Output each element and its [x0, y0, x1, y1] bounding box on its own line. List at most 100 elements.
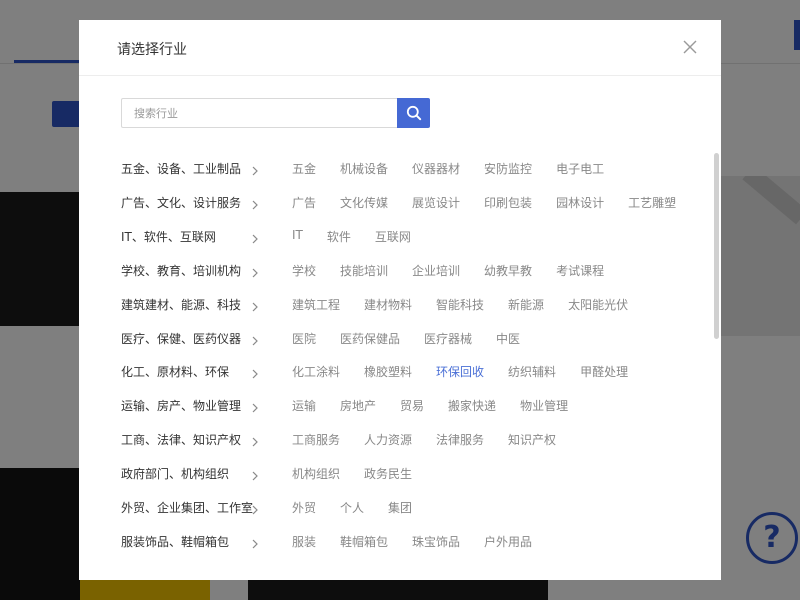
industry-subcategory[interactable]: 化工涂料	[292, 363, 340, 380]
chevron-right-icon[interactable]	[250, 196, 260, 210]
industry-row: 五金、设备、工业制品 五金 机械设备 仪器器材 安防监控 电子电工	[79, 152, 709, 186]
industry-subcategories: 化工涂料 橡胶塑料 环保回收 纺织辅料 甲醛处理	[292, 363, 652, 380]
industry-subcategory[interactable]: 医药保健品	[340, 330, 400, 347]
industry-subcategory[interactable]: 电子电工	[556, 160, 604, 177]
chevron-right-icon[interactable]	[250, 230, 260, 244]
industry-row: 外贸、企业集团、工作室 外贸 个人 集团	[79, 491, 709, 525]
industry-subcategory[interactable]: 珠宝饰品	[412, 533, 460, 550]
industry-subcategory[interactable]: 房地产	[340, 397, 376, 414]
chevron-right-icon[interactable]	[250, 162, 260, 176]
industry-row: 化工、原材料、环保 化工涂料 橡胶塑料 环保回收 纺织辅料 甲醛处理	[79, 355, 709, 389]
chevron-right-icon[interactable]	[250, 399, 260, 413]
industry-subcategory[interactable]: 贸易	[400, 397, 424, 414]
industry-category[interactable]: 运输、房产、物业管理	[121, 397, 241, 414]
industry-category[interactable]: 服装饰品、鞋帽箱包	[121, 533, 229, 550]
industry-subcategories: IT 软件 互联网	[292, 228, 435, 245]
chevron-right-icon[interactable]	[250, 332, 260, 346]
industry-subcategory[interactable]: 技能培训	[340, 262, 388, 279]
industry-subcategory[interactable]: 展览设计	[412, 194, 460, 211]
industry-subcategory[interactable]: 建筑工程	[292, 296, 340, 313]
search-button[interactable]	[397, 98, 430, 128]
industry-category[interactable]: 化工、原材料、环保	[121, 363, 229, 380]
industry-subcategory[interactable]: 机构组织	[292, 465, 340, 482]
industry-row: 建筑建材、能源、科技 建筑工程 建材物料 智能科技 新能源 太阳能光伏	[79, 288, 709, 322]
industry-row: 学校、教育、培训机构 学校 技能培训 企业培训 幼教早教 考试课程	[79, 254, 709, 288]
industry-category[interactable]: 医疗、保健、医药仪器	[121, 330, 241, 347]
industry-subcategory[interactable]: 印刷包装	[484, 194, 532, 211]
industry-subcategory[interactable]: 纺织辅料	[508, 363, 556, 380]
industry-subcategories: 外贸 个人 集团	[292, 499, 436, 516]
industry-subcategory[interactable]: 医院	[292, 330, 316, 347]
industry-category[interactable]: 学校、教育、培训机构	[121, 262, 241, 279]
search-icon	[406, 105, 421, 121]
industry-subcategory[interactable]: 广告	[292, 194, 316, 211]
industry-subcategory[interactable]: IT	[292, 228, 303, 245]
industry-subcategory[interactable]: 企业培训	[412, 262, 460, 279]
chevron-right-icon[interactable]	[250, 535, 260, 549]
industry-subcategory[interactable]: 环保回收	[436, 363, 484, 380]
industry-row: 服装饰品、鞋帽箱包 服装 鞋帽箱包 珠宝饰品 户外用品	[79, 525, 709, 559]
industry-subcategory[interactable]: 服装	[292, 533, 316, 550]
industry-category[interactable]: 五金、设备、工业制品	[121, 160, 241, 177]
industry-subcategory[interactable]: 软件	[327, 228, 351, 245]
industry-subcategory[interactable]: 运输	[292, 397, 316, 414]
industry-subcategory[interactable]: 智能科技	[436, 296, 484, 313]
industry-subcategory[interactable]: 鞋帽箱包	[340, 533, 388, 550]
industry-subcategories: 建筑工程 建材物料 智能科技 新能源 太阳能光伏	[292, 296, 652, 313]
chevron-right-icon[interactable]	[250, 501, 260, 515]
industry-subcategory[interactable]: 互联网	[375, 228, 411, 245]
industry-subcategory[interactable]: 五金	[292, 160, 316, 177]
industry-subcategory[interactable]: 文化传媒	[340, 194, 388, 211]
industry-category[interactable]: 广告、文化、设计服务	[121, 194, 241, 211]
industry-subcategory[interactable]: 机械设备	[340, 160, 388, 177]
industry-subcategory[interactable]: 工艺雕塑	[628, 194, 676, 211]
chevron-right-icon[interactable]	[250, 264, 260, 278]
industry-category[interactable]: 工商、法律、知识产权	[121, 431, 241, 448]
industry-subcategory[interactable]: 集团	[388, 499, 412, 516]
industry-subcategory[interactable]: 医疗器械	[424, 330, 472, 347]
chevron-right-icon[interactable]	[250, 365, 260, 379]
industry-search-input[interactable]	[121, 98, 397, 128]
industry-subcategory[interactable]: 考试课程	[556, 262, 604, 279]
industry-subcategory[interactable]: 搬家快递	[448, 397, 496, 414]
chevron-right-icon[interactable]	[250, 298, 260, 312]
industry-subcategory[interactable]: 知识产权	[508, 431, 556, 448]
industry-subcategory[interactable]: 学校	[292, 262, 316, 279]
industry-subcategory[interactable]: 幼教早教	[484, 262, 532, 279]
industry-subcategory[interactable]: 外贸	[292, 499, 316, 516]
industry-subcategory[interactable]: 安防监控	[484, 160, 532, 177]
industry-subcategories: 机构组织 政务民生	[292, 465, 436, 482]
industry-subcategory[interactable]: 橡胶塑料	[364, 363, 412, 380]
industry-subcategory[interactable]: 人力资源	[364, 431, 412, 448]
industry-subcategory[interactable]: 甲醛处理	[580, 363, 628, 380]
industry-row: 工商、法律、知识产权 工商服务 人力资源 法律服务 知识产权	[79, 423, 709, 457]
industry-subcategory[interactable]: 政务民生	[364, 465, 412, 482]
industry-subcategory[interactable]: 太阳能光伏	[568, 296, 628, 313]
scrollbar-thumb[interactable]	[714, 153, 719, 339]
industry-subcategory[interactable]: 建材物料	[364, 296, 412, 313]
industry-category[interactable]: 外贸、企业集团、工作室	[121, 499, 253, 516]
industry-category[interactable]: IT、软件、互联网	[121, 228, 216, 245]
industry-row: 运输、房产、物业管理 运输 房地产 贸易 搬家快递 物业管理	[79, 389, 709, 423]
chevron-right-icon[interactable]	[250, 433, 260, 447]
industry-subcategory[interactable]: 工商服务	[292, 431, 340, 448]
industry-subcategories: 服装 鞋帽箱包 珠宝饰品 户外用品	[292, 533, 556, 550]
chevron-right-icon[interactable]	[250, 467, 260, 481]
industry-subcategory[interactable]: 新能源	[508, 296, 544, 313]
dialog-title: 请选择行业	[117, 42, 187, 58]
industry-subcategory[interactable]: 中医	[496, 330, 520, 347]
industry-category[interactable]: 建筑建材、能源、科技	[121, 296, 241, 313]
industry-subcategories: 学校 技能培训 企业培训 幼教早教 考试课程	[292, 262, 628, 279]
industry-subcategory[interactable]: 户外用品	[484, 533, 532, 550]
industry-subcategories: 运输 房地产 贸易 搬家快递 物业管理	[292, 397, 592, 414]
industry-subcategory[interactable]: 个人	[340, 499, 364, 516]
industry-subcategory[interactable]: 物业管理	[520, 397, 568, 414]
industry-subcategory[interactable]: 园林设计	[556, 194, 604, 211]
industry-row: 广告、文化、设计服务 广告 文化传媒 展览设计 印刷包装 园林设计 工艺雕塑	[79, 186, 709, 220]
industry-subcategory[interactable]: 仪器器材	[412, 160, 460, 177]
industry-subcategories: 五金 机械设备 仪器器材 安防监控 电子电工	[292, 160, 628, 177]
industry-subcategory[interactable]: 法律服务	[436, 431, 484, 448]
close-icon[interactable]	[681, 38, 699, 56]
industry-row: IT、软件、互联网 IT 软件 互联网	[79, 220, 709, 254]
industry-category[interactable]: 政府部门、机构组织	[121, 465, 229, 482]
